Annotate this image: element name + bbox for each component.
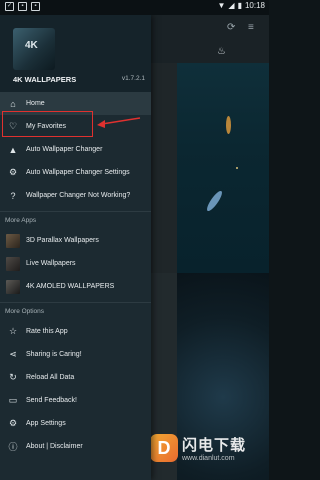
option-app-settings[interactable]: ⚙ App Settings xyxy=(0,412,151,435)
option-label: Sharing is Caring! xyxy=(26,351,82,358)
gear-icon: ⚙ xyxy=(8,167,18,177)
drawer-header: 4K 4K WALLPAPERS v1.7.2.1 xyxy=(0,15,151,92)
option-about[interactable]: ⓘ About | Disclaimer xyxy=(0,435,151,458)
wallpaper-thumbnail[interactable] xyxy=(151,63,177,273)
app-thumbnail xyxy=(6,279,20,294)
toolbar: ⟳ ≡ ♨ xyxy=(151,15,269,63)
menu-item-auto-wallpaper-changer-settings[interactable]: ⚙ Auto Wallpaper Changer Settings xyxy=(0,161,151,184)
share-icon: ⋖ xyxy=(9,349,17,359)
app-item-live-wallpapers[interactable]: Live Wallpapers xyxy=(0,252,151,275)
option-share[interactable]: ⋖ Sharing is Caring! xyxy=(0,343,151,366)
navigation-drawer: 4K 4K WALLPAPERS v1.7.2.1 ⌂ Home ♡ My Fa… xyxy=(0,15,151,480)
boat-image xyxy=(226,116,231,134)
boat-image xyxy=(204,189,225,213)
battery-icon: ▮ xyxy=(237,1,242,10)
info-icon: ⓘ xyxy=(8,442,18,452)
help-icon: ? xyxy=(10,190,16,201)
boat-image xyxy=(236,167,238,169)
option-label: Reload All Data xyxy=(26,374,75,381)
section-header-more-options: More Options xyxy=(5,308,45,315)
reload-icon: ↻ xyxy=(9,372,17,382)
app-item-label: 3D Parallax Wallpapers xyxy=(26,237,99,244)
notification-icon: ▪ xyxy=(18,2,27,11)
wallpaper-thumbnail[interactable] xyxy=(177,63,269,273)
home-icon: ⌂ xyxy=(10,98,16,109)
sort-icon[interactable]: ≡ xyxy=(248,22,254,33)
notification-icon: ▪ xyxy=(31,2,40,11)
menu-item-changer-not-working[interactable]: ? Wallpaper Changer Not Working? xyxy=(0,184,151,207)
app-item-label: Live Wallpapers xyxy=(26,260,76,267)
option-label: About | Disclaimer xyxy=(26,443,83,450)
clock: 10:18 xyxy=(244,1,265,10)
gear-icon: ⚙ xyxy=(8,418,18,428)
logo-text: 4K xyxy=(25,40,38,51)
trending-icon[interactable]: ♨ xyxy=(217,46,226,57)
option-reload-data[interactable]: ↻ Reload All Data xyxy=(0,366,151,389)
menu-item-label: Auto Wallpaper Changer Settings xyxy=(26,169,130,176)
option-label: App Settings xyxy=(26,420,66,427)
watermark-url: www.dianlut.com xyxy=(182,454,235,462)
option-send-feedback[interactable]: ▭ Send Feedback! xyxy=(0,389,151,412)
option-label: Rate this App xyxy=(26,328,68,335)
watermark-logo: D xyxy=(150,433,178,462)
option-label: Send Feedback! xyxy=(26,397,77,404)
watermark: D 闪电下载 www.dianlut.com xyxy=(150,425,268,470)
star-icon: ☆ xyxy=(8,326,18,336)
app-version: v1.7.2.1 xyxy=(121,75,145,82)
app-item-label: 4K AMOLED WALLPAPERS xyxy=(26,283,115,290)
signal-icon: ◢ xyxy=(228,1,235,10)
refresh-icon[interactable]: ⟳ xyxy=(227,22,235,33)
wifi-icon: ▼ xyxy=(217,1,226,10)
watermark-title: 闪电下载 xyxy=(182,436,247,454)
option-rate-app[interactable]: ☆ Rate this App xyxy=(0,320,151,343)
menu-item-auto-wallpaper-changer[interactable]: ▲ Auto Wallpaper Changer xyxy=(0,138,151,161)
app-thumbnail xyxy=(6,233,20,248)
app-thumbnail xyxy=(6,256,20,271)
highlight-box xyxy=(2,111,93,137)
menu-item-label: Wallpaper Changer Not Working? xyxy=(26,192,131,199)
section-header-more-apps: More Apps xyxy=(5,217,37,224)
app-item-3d-parallax[interactable]: 3D Parallax Wallpapers xyxy=(0,229,151,252)
app-title: 4K WALLPAPERS xyxy=(13,75,77,84)
app-logo: 4K xyxy=(13,28,55,70)
notification-icon: ✓ xyxy=(5,2,14,11)
background-content: ⟳ ≡ ♨ xyxy=(151,15,269,480)
menu-item-label: Home xyxy=(26,100,45,107)
status-bar: ✓ ▪ ▪ ▼ ◢ ▮ 10:18 xyxy=(0,0,269,15)
menu-item-label: Auto Wallpaper Changer xyxy=(26,146,103,153)
feedback-icon: ▭ xyxy=(8,395,18,405)
mountain-icon: ▲ xyxy=(8,144,18,155)
annotation-arrow xyxy=(97,117,141,128)
app-item-4k-amoled[interactable]: 4K AMOLED WALLPAPERS xyxy=(0,275,151,298)
